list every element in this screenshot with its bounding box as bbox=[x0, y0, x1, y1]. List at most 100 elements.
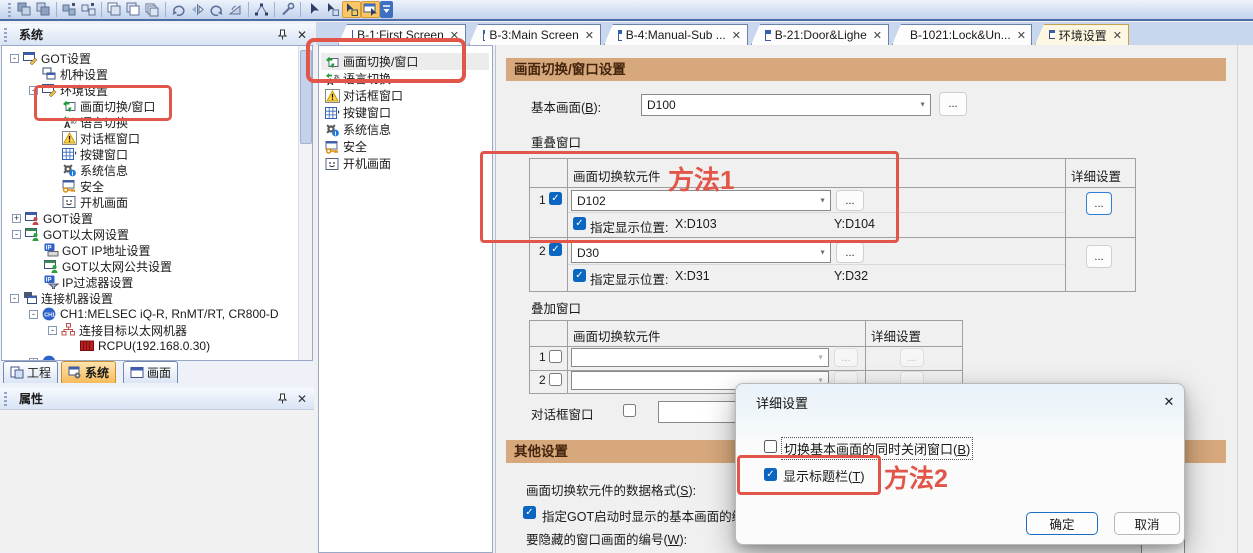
tree-item-got-settings[interactable]: -GOT设置 bbox=[10, 50, 91, 66]
base-screen-combo[interactable]: D100▼ bbox=[641, 94, 931, 116]
stack-front-icon[interactable] bbox=[15, 1, 34, 18]
scrollbar-thumb[interactable] bbox=[300, 50, 312, 144]
tab-environment-settings[interactable]: 环境设置✕ bbox=[1035, 24, 1129, 45]
overlap-row2-position-checkbox[interactable]: ✓ bbox=[573, 269, 586, 282]
show-title-bar-checkbox-label[interactable]: 显示标题栏(T) bbox=[783, 466, 865, 485]
close-icon[interactable]: ✕ bbox=[294, 391, 310, 407]
rotate-angle-icon[interactable] bbox=[226, 1, 245, 18]
overlap-row1-position-checkbox[interactable]: ✓ bbox=[573, 217, 586, 230]
expand-box[interactable]: - bbox=[10, 294, 19, 303]
tab-close-icon[interactable]: ✕ bbox=[1017, 29, 1026, 42]
tab-close-icon[interactable]: ✕ bbox=[585, 29, 594, 42]
tree-item-key-window[interactable]: 按键窗口 bbox=[62, 146, 128, 162]
tab-b4-manual-sub[interactable]: B-4:Manual-Sub ...✕ bbox=[604, 24, 748, 45]
dialog-close-icon[interactable]: ✕ bbox=[1158, 391, 1180, 413]
nav-item-screen-switching[interactable]: 画面切换/窗口 bbox=[321, 53, 489, 70]
expand-box[interactable]: - bbox=[29, 310, 38, 319]
flip-horizontal-icon[interactable] bbox=[188, 1, 207, 18]
rotate-ccw-icon[interactable] bbox=[169, 1, 188, 18]
group-icon[interactable] bbox=[60, 1, 79, 18]
cancel-button[interactable]: 取消 bbox=[1114, 512, 1180, 535]
nav-item-dialog-window[interactable]: 对话框窗口 bbox=[321, 87, 489, 104]
toolbar-overflow-icon[interactable] bbox=[380, 1, 393, 18]
base-screen-browse-button[interactable]: ... bbox=[939, 92, 967, 116]
superimpose-row1-browse-button[interactable]: ... bbox=[834, 348, 858, 367]
frame-copy-icon[interactable] bbox=[105, 1, 124, 18]
expand-box[interactable]: - bbox=[12, 230, 21, 239]
overlap-row1-browse-button[interactable]: ... bbox=[836, 190, 864, 211]
tree-item-rcpu[interactable]: RCPU(192.168.0.30) bbox=[67, 338, 210, 354]
tree-item-got-ethernet-common[interactable]: GOT以太网公共设置 bbox=[31, 258, 172, 274]
tab-b1-first-screen[interactable]: B-1:First Screen✕ bbox=[338, 24, 466, 45]
tree-item-system-info[interactable]: i系统信息 bbox=[62, 162, 128, 178]
expand-box[interactable]: - bbox=[10, 54, 19, 63]
tree-item-ethernet-target[interactable]: -连接目标以太网机器 bbox=[48, 322, 187, 338]
vertex-edit-icon[interactable] bbox=[252, 1, 271, 18]
tree-item-env-settings[interactable]: -环境设置 bbox=[29, 82, 108, 98]
frame-duplicate-icon[interactable] bbox=[143, 1, 162, 18]
expand-box[interactable]: - bbox=[29, 86, 38, 95]
nav-item-startup-screen[interactable]: 开机画面 bbox=[321, 155, 489, 172]
select-area-icon[interactable] bbox=[323, 1, 342, 18]
pin-icon[interactable] bbox=[274, 391, 290, 407]
dock-tab-system[interactable]: 系统 bbox=[61, 361, 116, 383]
tree-item-startup-screen[interactable]: 开机画面 bbox=[62, 194, 128, 210]
overlap-row1-detail-button[interactable]: ... bbox=[1086, 192, 1112, 215]
dialog-window-checkbox[interactable] bbox=[623, 404, 636, 417]
pin-icon[interactable] bbox=[274, 27, 290, 43]
expand-box[interactable]: - bbox=[48, 326, 57, 335]
dock-tab-project[interactable]: 工程 bbox=[3, 361, 58, 383]
tree-item-model-settings[interactable]: 机种设置 bbox=[29, 66, 108, 82]
startup-screen-checkbox[interactable]: ✓ bbox=[523, 506, 536, 519]
select-window-icon[interactable] bbox=[361, 1, 380, 18]
tree-item-screen-switching[interactable]: 画面切换/窗口 bbox=[62, 98, 155, 114]
show-title-bar-checkbox[interactable]: ✓ bbox=[764, 468, 777, 481]
tab-close-icon[interactable]: ✕ bbox=[732, 29, 741, 42]
tree-item-got-ip[interactable]: IPGOT IP地址设置 bbox=[31, 242, 150, 258]
superimpose-row1-enable-checkbox[interactable] bbox=[549, 350, 562, 363]
ungroup-icon[interactable] bbox=[79, 1, 98, 18]
stack-back-icon[interactable] bbox=[34, 1, 53, 18]
close-icon[interactable]: ✕ bbox=[294, 27, 310, 43]
dock-tab-screen[interactable]: 画面 bbox=[123, 361, 178, 383]
tab-b3-main-screen[interactable]: B-3:Main Screen✕ bbox=[469, 24, 601, 45]
superimpose-row1-detail-button[interactable]: ... bbox=[900, 348, 924, 367]
nav-item-system-info[interactable]: i系统信息 bbox=[321, 121, 489, 138]
superimpose-row2-enable-checkbox[interactable] bbox=[549, 373, 562, 386]
overlap-row2-device-combo[interactable]: D30▼ bbox=[571, 242, 831, 263]
frame-paste-icon[interactable] bbox=[124, 1, 143, 18]
tab-close-icon[interactable]: ✕ bbox=[873, 29, 882, 42]
expand-box[interactable]: + bbox=[12, 214, 21, 223]
ok-button[interactable]: 确定 bbox=[1026, 512, 1098, 535]
overlap-row1-enable-checkbox[interactable]: ✓ bbox=[549, 192, 562, 205]
dialog-window-field[interactable] bbox=[658, 401, 738, 423]
select-cursor-icon[interactable] bbox=[304, 1, 323, 18]
tree-item-got-ethernet[interactable]: -GOT以太网设置 bbox=[12, 226, 129, 242]
nav-item-language-switching[interactable]: Aあ语言切换 bbox=[321, 70, 489, 87]
overlap-row2-detail-button[interactable]: ... bbox=[1086, 245, 1112, 268]
tree-item-security[interactable]: 安全 bbox=[62, 178, 104, 194]
tree-item-connection-settings[interactable]: -连接机器设置 bbox=[10, 290, 113, 306]
tree-item-ch1[interactable]: -CH1CH1:MELSEC iQ-R, RnMT/RT, CR800-D bbox=[29, 306, 278, 322]
tab-close-icon[interactable]: ✕ bbox=[1113, 29, 1122, 42]
tree-item-ip-filter[interactable]: IPIP过滤器设置 bbox=[31, 274, 133, 290]
close-window-checkbox[interactable] bbox=[764, 440, 777, 453]
toolbar-grip[interactable] bbox=[8, 3, 11, 17]
tab-close-icon[interactable]: ✕ bbox=[450, 29, 459, 42]
overlap-row2-browse-button[interactable]: ... bbox=[836, 242, 864, 263]
tree-item-got-settings-2[interactable]: +GOT设置 bbox=[12, 210, 93, 226]
close-window-checkbox-label[interactable]: 切换基本画面的同时关闭窗口(B) bbox=[782, 438, 972, 459]
nav-item-key-window[interactable]: 按键窗口 bbox=[321, 104, 489, 121]
overlap-row2-enable-checkbox[interactable]: ✓ bbox=[549, 243, 562, 256]
tree-scrollbar[interactable] bbox=[298, 46, 312, 360]
select-object-icon[interactable] bbox=[342, 1, 361, 18]
tab-b21-door-light[interactable]: B-21:Door&Lighe✕ bbox=[751, 24, 889, 45]
tab-b1021-lock-unlock[interactable]: B-1021:Lock&Un...✕ bbox=[892, 24, 1032, 45]
tree-item-ch2-partial[interactable]: +CH2 bbox=[29, 354, 60, 361]
tree-item-language-switching[interactable]: Aあ语言切换 bbox=[62, 114, 128, 130]
nav-item-security[interactable]: 安全 bbox=[321, 138, 489, 155]
option-wrench-icon[interactable] bbox=[278, 1, 297, 18]
rotate-cw-icon[interactable] bbox=[207, 1, 226, 18]
tree-item-dialog-window[interactable]: 对话框窗口 bbox=[62, 130, 140, 146]
superimpose-row1-device-combo[interactable]: ▼ bbox=[571, 348, 829, 367]
